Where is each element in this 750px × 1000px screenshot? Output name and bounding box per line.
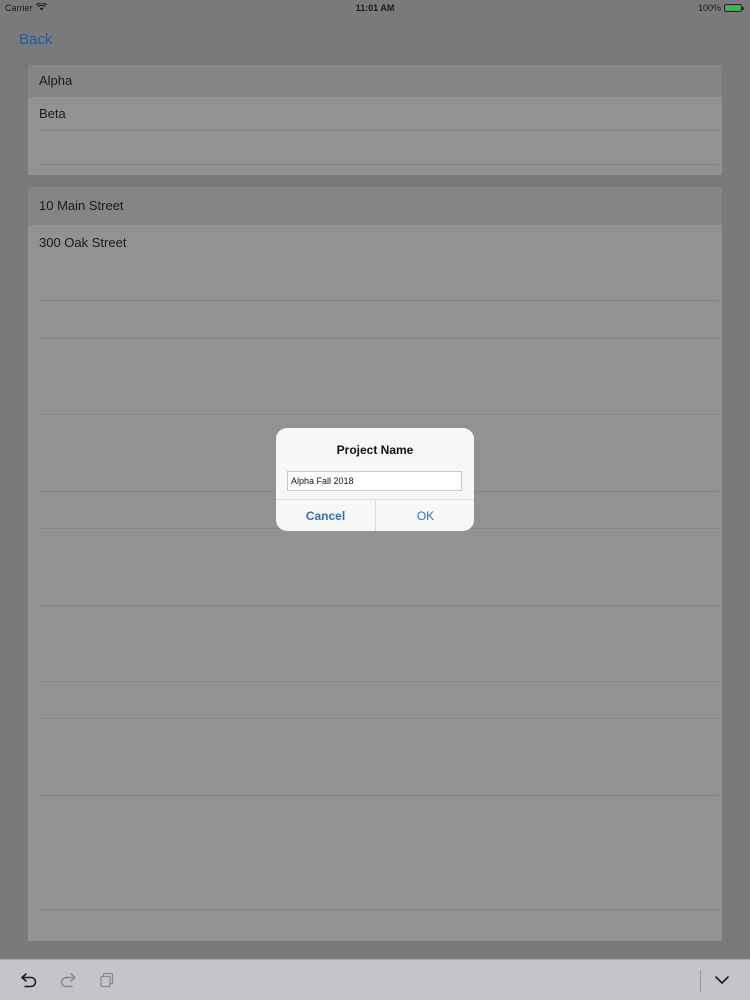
- project-name-dialog: Project Name Cancel OK: [276, 428, 474, 531]
- row-divider: [39, 300, 719, 301]
- list-item[interactable]: 300 Oak Street: [28, 225, 722, 301]
- ok-button[interactable]: OK: [376, 500, 474, 531]
- list-item[interactable]: [28, 131, 722, 164]
- toolbar-divider: [700, 970, 701, 992]
- addresses-list: 10 Main Street 300 Oak Street: [28, 187, 722, 941]
- battery-fill: [726, 6, 740, 10]
- status-bar: Carrier 11:01 AM 100%: [0, 0, 750, 16]
- list-item-label: 300 Oak Street: [39, 235, 127, 250]
- app-screen: Carrier 11:01 AM 100% Back Alpha Beta 10…: [0, 0, 750, 1000]
- dialog-title: Project Name: [336, 443, 414, 457]
- row-divider: [39, 605, 719, 606]
- back-button[interactable]: Back: [19, 31, 52, 48]
- projects-list: Alpha Beta: [28, 65, 722, 175]
- row-divider: [39, 909, 719, 910]
- undo-icon[interactable]: [16, 968, 42, 992]
- list-item-label: Beta: [39, 106, 66, 121]
- cancel-button[interactable]: Cancel: [276, 500, 375, 531]
- row-divider: [39, 338, 719, 339]
- project-name-input[interactable]: [287, 471, 462, 491]
- list-item[interactable]: Beta: [28, 97, 722, 130]
- redo-icon[interactable]: [55, 968, 81, 992]
- row-divider: [39, 681, 719, 682]
- list-item[interactable]: 10 Main Street: [28, 187, 722, 225]
- battery-percent: 100%: [697, 3, 721, 13]
- list-item[interactable]: Alpha: [28, 65, 722, 97]
- shortcut-toolbar: [0, 959, 750, 1000]
- list-item-label: 10 Main Street: [39, 198, 124, 213]
- row-divider: [39, 795, 719, 796]
- chevron-down-icon[interactable]: [709, 968, 735, 992]
- row-divider: [39, 718, 719, 719]
- status-time: 11:01 AM: [355, 3, 395, 13]
- row-divider: [39, 414, 719, 415]
- list-item-label: Alpha: [39, 73, 73, 88]
- battery-status: 100%: [697, 3, 744, 13]
- battery-icon: [724, 4, 744, 12]
- row-divider: [39, 164, 719, 165]
- clipboard-icon[interactable]: [94, 968, 120, 992]
